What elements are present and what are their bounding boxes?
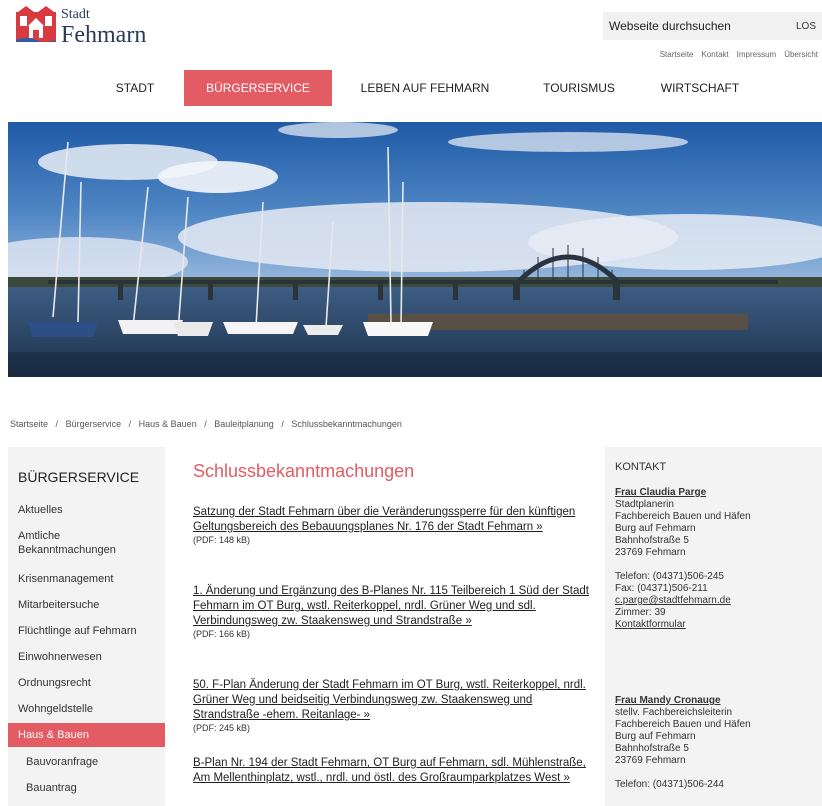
nav-item-leben-auf-fehmarn[interactable]: Leben auf Fehmarn xyxy=(350,70,500,106)
site-logo[interactable]: Stadt Fehmarn xyxy=(14,6,146,47)
nav-item-stadt[interactable]: Stadt xyxy=(102,70,168,106)
sidebar-item-amtliche-bekanntmachungen[interactable]: Amtliche Bekanntmachungen xyxy=(18,529,138,557)
contact-city: 23769 Fehmarn xyxy=(615,547,686,558)
util-link-startseite[interactable]: Startseite xyxy=(660,50,694,59)
nav-item-tourismus[interactable]: Tourismus xyxy=(532,70,626,106)
logo-small-text: Stadt xyxy=(61,7,90,22)
sidebar-item-haus-bauen[interactable]: Haus & Bauen xyxy=(8,723,165,747)
breadcrumb-startseite[interactable]: Startseite xyxy=(10,419,48,429)
util-link-impressum[interactable]: Impressum xyxy=(737,50,777,59)
contact-room: Zimmer: 39 xyxy=(615,607,666,618)
breadcrumb-current: Schlussbekanntmachungen xyxy=(291,419,402,429)
util-link-kontakt[interactable]: Kontakt xyxy=(702,50,729,59)
document-link[interactable]: B-Plan Nr. 194 der Stadt Fehmarn, OT Bur… xyxy=(193,756,593,786)
contact-location: Burg auf Fehmarn xyxy=(615,731,696,742)
contact-form-link[interactable]: Kontaktformular xyxy=(615,619,820,631)
breadcrumb-haus-bauen[interactable]: Haus & Bauen xyxy=(139,419,197,429)
contact-role: stellv. Fachbereichsleiterin xyxy=(615,707,733,718)
document-file-info: (PDF: 148 kB) xyxy=(193,535,251,545)
sidebar-item-einwohnerwesen[interactable]: Einwohnerwesen xyxy=(18,650,165,664)
breadcrumb-separator: / xyxy=(281,419,284,429)
document-link[interactable]: 50. F-Plan Änderung der Stadt Fehmarn im… xyxy=(193,678,593,723)
contact-person: Frau Claudia Parge Stadtplanerin Fachber… xyxy=(615,487,820,631)
contact-fax: Fax: (04371)506-211 xyxy=(615,583,708,594)
document-link[interactable]: Satzung der Stadt Fehmarn über die Verän… xyxy=(193,505,593,535)
sidebar-subitem-bauantrag[interactable]: Bauantrag xyxy=(26,781,173,795)
hero-image xyxy=(8,122,822,377)
sidebar-item-fluechtlinge[interactable]: Flüchtlinge auf Fehmarn xyxy=(18,624,165,638)
sidebar-item-krisenmanagement[interactable]: Krisenmanagement xyxy=(18,572,165,586)
document-link[interactable]: 1. Änderung und Ergänzung des B-Planes N… xyxy=(193,584,593,629)
contact-email-link[interactable]: c.parge@stadtfehmarn.de xyxy=(615,595,820,607)
sidebar-item-ordnungsrecht[interactable]: Ordnungsrecht xyxy=(18,676,165,690)
contact-panel: Kontakt Frau Claudia Parge Stadtplanerin… xyxy=(605,447,822,806)
sidebar-title: Bürgerservice xyxy=(18,469,140,485)
main-navigation: Stadt Bürgerservice Leben auf Fehmarn To… xyxy=(0,70,822,106)
document-entry: Satzung der Stadt Fehmarn über die Verän… xyxy=(193,505,593,546)
contact-phone: Telefon: (04371)506-245 xyxy=(615,571,724,582)
logo-text: Stadt Fehmarn xyxy=(61,6,147,48)
contact-street: Bahnhofstraße 5 xyxy=(615,743,689,754)
sidebar-item-mitarbeitersuche[interactable]: Mitarbeitersuche xyxy=(18,598,165,612)
breadcrumb-separator: / xyxy=(128,419,132,429)
breadcrumb: Startseite / Bürgerservice / Haus & Baue… xyxy=(10,419,407,429)
contact-person: Frau Mandy Cronauge stellv. Fachbereichs… xyxy=(615,695,820,791)
contact-department: Fachbereich Bauen und Häfen xyxy=(615,719,751,730)
breadcrumb-separator: / xyxy=(55,419,59,429)
util-link-uebersicht[interactable]: Übersicht xyxy=(784,50,818,59)
city-crest-icon xyxy=(14,6,58,44)
contact-role: Stadtplanerin xyxy=(615,499,674,510)
sidebar-subitem-bauvoranfrage[interactable]: Bauvoranfrage xyxy=(26,755,173,769)
search-button[interactable]: LOS xyxy=(796,21,816,32)
document-entry: 50. F-Plan Änderung der Stadt Fehmarn im… xyxy=(193,678,593,734)
sidebar-item-aktuelles[interactable]: Aktuelles xyxy=(18,503,165,517)
contact-department: Fachbereich Bauen und Häfen xyxy=(615,511,751,522)
contact-name[interactable]: Frau Mandy Cronauge xyxy=(615,695,820,707)
sidebar-item-wohngeldstelle[interactable]: Wohngeldstelle xyxy=(18,702,165,716)
document-file-info: (PDF: 245 kB) xyxy=(193,723,251,733)
nav-item-wirtschaft[interactable]: Wirtschaft xyxy=(650,70,750,106)
contact-name[interactable]: Frau Claudia Parge xyxy=(615,487,820,499)
contact-title: Kontakt xyxy=(615,461,667,473)
search-input[interactable] xyxy=(603,19,773,33)
breadcrumb-separator: / xyxy=(204,419,207,429)
sidebar: Bürgerservice Aktuelles Amtliche Bekannt… xyxy=(8,447,165,806)
breadcrumb-buergerservice[interactable]: Bürgerservice xyxy=(66,419,122,429)
document-entry: 1. Änderung und Ergänzung des B-Planes N… xyxy=(193,584,593,640)
contact-phone: Telefon: (04371)506-244 xyxy=(615,779,724,790)
nav-item-buergerservice[interactable]: Bürgerservice xyxy=(184,70,332,106)
utility-links: Startseite Kontakt Impressum Übersicht xyxy=(660,50,818,59)
contact-street: Bahnhofstraße 5 xyxy=(615,535,689,546)
search-box: LOS xyxy=(603,12,822,40)
contact-city: 23769 Fehmarn xyxy=(615,755,686,766)
page-title: Schlussbekanntmachungen xyxy=(193,461,415,481)
contact-location: Burg auf Fehmarn xyxy=(615,523,696,534)
document-file-info: (PDF: 166 kB) xyxy=(193,629,251,639)
document-entry: B-Plan Nr. 194 der Stadt Fehmarn, OT Bur… xyxy=(193,756,593,786)
breadcrumb-bauleitplanung[interactable]: Bauleitplanung xyxy=(214,419,274,429)
logo-big-text: Fehmarn xyxy=(61,22,147,48)
